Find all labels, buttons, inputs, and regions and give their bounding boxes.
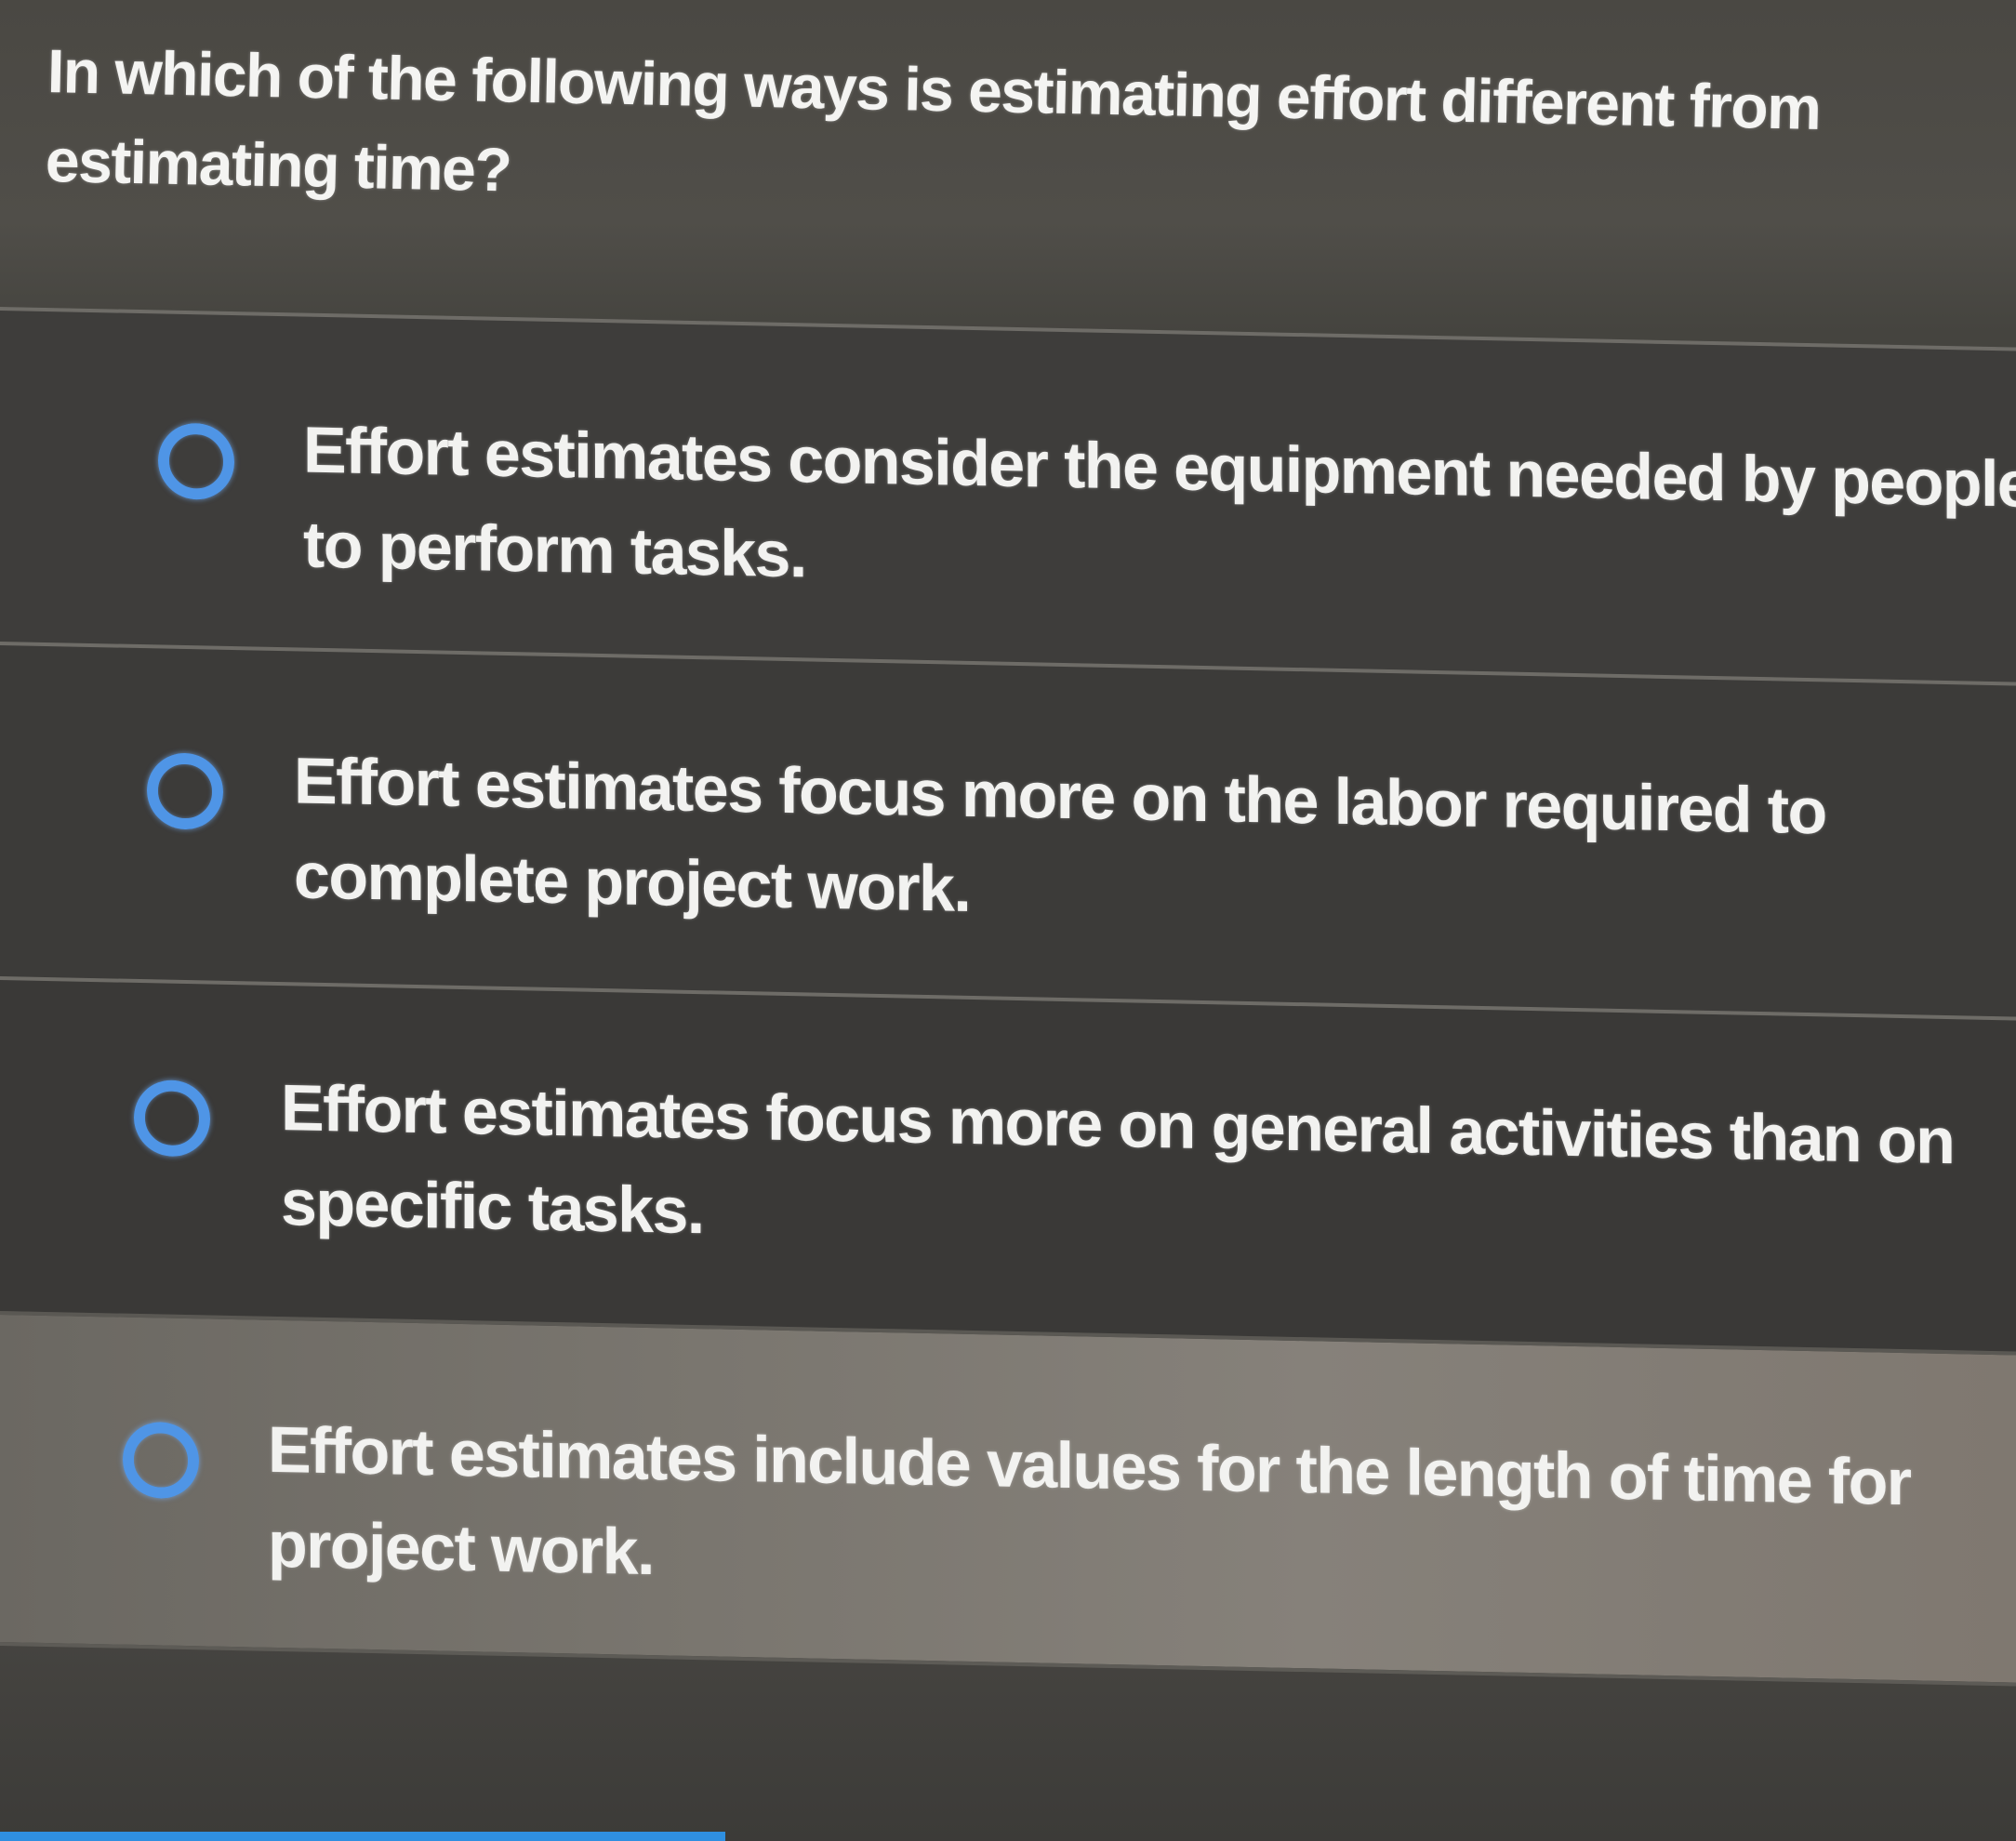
answer-options: Effort estimates consider the equipment … [0,307,2016,1687]
quiz-screen: In which of the following ways is estima… [0,0,2016,1841]
answer-option-label: Effort estimates focus more on the labor… [294,744,1826,925]
answer-option-label: Effort estimates consider the equipment … [303,413,2016,591]
answer-option-4[interactable]: Effort estimates include values for the … [0,1311,2016,1687]
radio-button-icon[interactable] [158,422,234,501]
bottom-progress-bar [0,1832,725,1841]
radio-button-icon[interactable] [123,1421,199,1500]
radio-button-icon[interactable] [134,1079,210,1158]
answer-option-2[interactable]: Effort estimates focus more on the labor… [0,642,2016,1017]
radio-button-icon[interactable] [147,752,223,830]
answer-option-label: Effort estimates include values for the … [268,1412,1911,1589]
question-text: In which of the following ways is estima… [45,35,1822,205]
answer-option-1[interactable]: Effort estimates consider the equipment … [0,307,2016,682]
answer-option-3[interactable]: Effort estimates focus more on general a… [0,976,2016,1352]
answer-option-label: Effort estimates focus more on general a… [281,1071,1955,1248]
